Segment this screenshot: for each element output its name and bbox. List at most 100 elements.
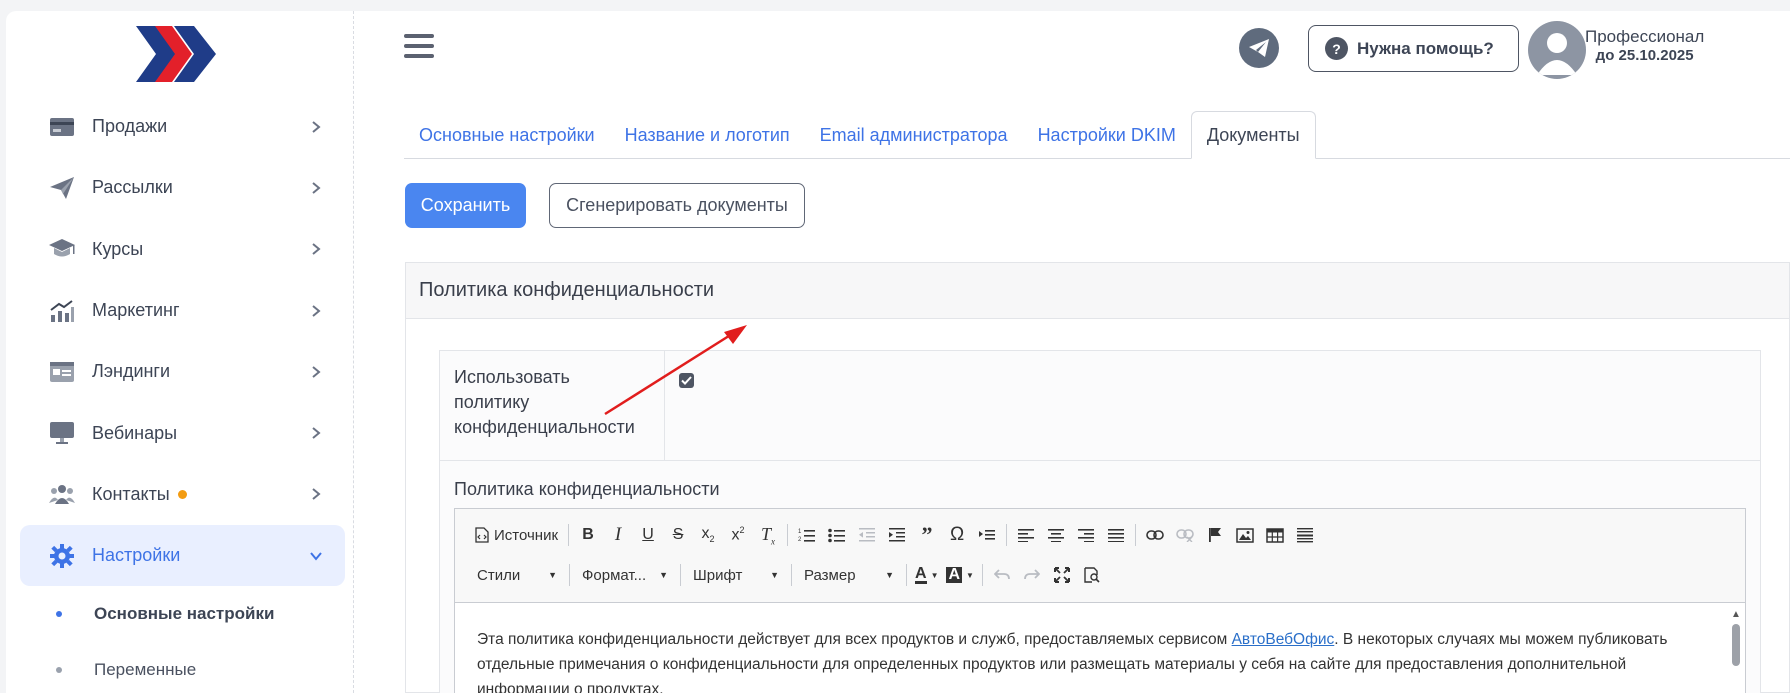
preview-icon bbox=[1084, 567, 1100, 583]
blockquote-button[interactable]: ” bbox=[912, 521, 942, 549]
bold-button[interactable]: B bbox=[573, 521, 603, 549]
align-left-button[interactable] bbox=[1011, 521, 1041, 549]
align-right-button[interactable] bbox=[1071, 521, 1101, 549]
undo-button[interactable] bbox=[987, 561, 1017, 589]
hamburger-menu-icon[interactable] bbox=[404, 34, 434, 62]
scroll-up-icon[interactable]: ▲ bbox=[1731, 609, 1741, 620]
table-button[interactable] bbox=[1260, 521, 1290, 549]
tab-name-logo[interactable]: Название и логотип bbox=[610, 111, 805, 159]
sidebar-item-label: Рассылки bbox=[92, 177, 173, 198]
monitor-icon bbox=[48, 419, 76, 447]
italic-button[interactable]: I bbox=[603, 521, 633, 549]
sidebar-nav: Продажи Рассылки Курсы Маркетинг Лэндинг… bbox=[20, 96, 345, 693]
telegram-button[interactable] bbox=[1239, 28, 1279, 68]
caret-down-icon: ▼ bbox=[966, 570, 974, 580]
superscript-button[interactable]: x2 bbox=[723, 521, 753, 549]
sidebar-subitem-variables[interactable]: Переменные bbox=[20, 642, 345, 693]
text-direction-icon bbox=[979, 530, 996, 540]
caret-down-icon: ▼ bbox=[770, 570, 779, 580]
caret-down-icon: ▼ bbox=[548, 570, 557, 580]
remove-format-button[interactable]: Tx bbox=[753, 521, 783, 549]
format-dropdown[interactable]: Формат... ▼ bbox=[574, 561, 676, 589]
plan-expiry: до 25.10.2025 bbox=[1595, 47, 1694, 64]
unlink-button[interactable] bbox=[1170, 521, 1200, 549]
numbered-list-button[interactable]: 12 bbox=[792, 521, 822, 549]
editor-scrollbar[interactable]: ▲ bbox=[1731, 609, 1741, 693]
source-button[interactable]: Источник bbox=[469, 521, 564, 549]
anchor-button[interactable] bbox=[1200, 521, 1230, 549]
use-policy-label: Использовать политику конфиденциальности bbox=[440, 351, 665, 460]
sidebar-item-contacts[interactable]: Контакты bbox=[20, 464, 345, 525]
format-label: Формат... bbox=[582, 566, 647, 584]
sidebar-item-landings[interactable]: Лэндинги bbox=[20, 341, 345, 402]
service-link[interactable]: АвтоВебОфис bbox=[1232, 631, 1335, 648]
save-button[interactable]: Сохранить bbox=[405, 183, 526, 228]
sidebar-item-mailings[interactable]: Рассылки bbox=[20, 157, 345, 218]
use-policy-checkbox[interactable] bbox=[679, 373, 694, 388]
sidebar-item-label: Вебинары bbox=[92, 422, 178, 443]
decrease-indent-button[interactable] bbox=[852, 521, 882, 549]
logo[interactable] bbox=[136, 26, 218, 82]
text-direction-button[interactable] bbox=[972, 521, 1002, 549]
maximize-icon bbox=[1053, 567, 1070, 583]
tab-main-settings[interactable]: Основные настройки bbox=[404, 111, 610, 159]
sidebar-item-sales[interactable]: Продажи bbox=[20, 96, 345, 157]
bullet-icon bbox=[56, 611, 62, 618]
scrollbar-thumb[interactable] bbox=[1732, 624, 1740, 666]
chevron-down-icon bbox=[310, 552, 322, 561]
sidebar-item-label: Продажи bbox=[92, 116, 168, 137]
tab-admin-email[interactable]: Email администратора bbox=[805, 111, 1023, 159]
background-color-icon: A bbox=[946, 566, 963, 583]
tab-documents[interactable]: Документы bbox=[1190, 111, 1316, 159]
preview-button[interactable] bbox=[1077, 561, 1107, 589]
bulleted-list-button[interactable] bbox=[822, 521, 852, 549]
paper-plane-icon bbox=[48, 174, 76, 202]
editor-content[interactable]: Эта политика конфиденциальности действуе… bbox=[455, 603, 1725, 693]
maximize-button[interactable] bbox=[1047, 561, 1077, 589]
bold-icon: B bbox=[582, 526, 594, 543]
sidebar-item-label: Настройки bbox=[92, 545, 181, 566]
sidebar-item-marketing[interactable]: Маркетинг bbox=[20, 280, 345, 341]
sidebar-item-webinars[interactable]: Вебинары bbox=[20, 402, 345, 463]
background-color-button[interactable]: A ▼ bbox=[942, 561, 977, 589]
align-center-icon bbox=[1048, 529, 1065, 542]
superscript-icon: x2 bbox=[731, 525, 745, 544]
underline-button[interactable]: U bbox=[633, 521, 663, 549]
styles-dropdown[interactable]: Стили ▼ bbox=[469, 561, 565, 589]
subscript-button[interactable]: x2 bbox=[693, 521, 723, 549]
sidebar-item-courses[interactable]: Курсы bbox=[20, 219, 345, 280]
generate-documents-button[interactable]: Сгенерировать документы bbox=[549, 183, 805, 228]
strikethrough-button[interactable]: S bbox=[663, 521, 693, 549]
redo-icon bbox=[1024, 569, 1040, 580]
text-color-button[interactable]: A ▼ bbox=[911, 561, 942, 589]
use-policy-row: Использовать политику конфиденциальности bbox=[440, 351, 1760, 461]
size-dropdown[interactable]: Размер ▼ bbox=[796, 561, 902, 589]
sidebar-subitem-main-settings[interactable]: Основные настройки bbox=[20, 586, 345, 642]
source-label: Источник bbox=[494, 526, 559, 544]
image-button[interactable] bbox=[1230, 521, 1260, 549]
chevron-right-icon bbox=[312, 243, 321, 256]
avatar[interactable] bbox=[1528, 21, 1586, 79]
increase-indent-button[interactable] bbox=[882, 521, 912, 549]
sidebar-item-label: Маркетинг bbox=[92, 300, 180, 321]
font-label: Шрифт bbox=[693, 566, 743, 584]
sidebar-item-label: Курсы bbox=[92, 238, 144, 259]
sidebar-subitem-label: Основные настройки bbox=[94, 604, 275, 624]
justify-button[interactable] bbox=[1101, 521, 1131, 549]
strikethrough-icon: S bbox=[672, 526, 684, 543]
horizontal-line-button[interactable] bbox=[1290, 521, 1320, 549]
font-dropdown[interactable]: Шрифт ▼ bbox=[685, 561, 787, 589]
link-button[interactable] bbox=[1140, 521, 1170, 549]
help-button[interactable]: ? Нужна помощь? bbox=[1308, 25, 1519, 72]
toolbar-separator bbox=[787, 524, 789, 546]
sidebar-item-settings[interactable]: Настройки bbox=[20, 525, 345, 587]
redo-button[interactable] bbox=[1017, 561, 1047, 589]
question-icon: ? bbox=[1325, 37, 1348, 60]
italic-icon: I bbox=[614, 524, 622, 545]
chevron-right-icon bbox=[312, 488, 321, 501]
align-center-button[interactable] bbox=[1041, 521, 1071, 549]
rich-text-editor: Источник B I U S x2 x2 Tx 12 ” Ω Стили ▼… bbox=[454, 508, 1746, 693]
special-char-button[interactable]: Ω bbox=[942, 521, 972, 549]
tab-dkim[interactable]: Настройки DKIM bbox=[1023, 111, 1191, 159]
link-icon bbox=[1146, 530, 1164, 540]
